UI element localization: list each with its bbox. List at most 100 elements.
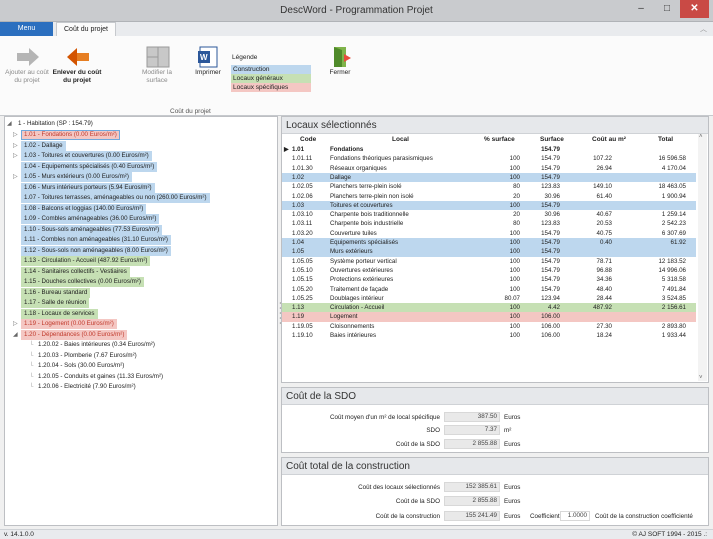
cell-pct: 100	[509, 229, 520, 237]
tab-cout-du-projet[interactable]: Coût du projet	[56, 22, 116, 37]
add-to-cost-button[interactable]: Ajouter au coût du projet	[2, 36, 52, 106]
table-row[interactable]: 1.05.10 Ouvertures extérieures 100 154.79 96…	[282, 266, 696, 275]
cell-code: 1.03.10	[292, 211, 313, 219]
tree-line-icon: └	[29, 373, 34, 380]
cell-cout: 149.10	[593, 183, 612, 191]
cell-cout: 26.94	[596, 164, 612, 172]
table-row[interactable]: 1.03.20 Couverture tuiles 100 154.79 40.75 6 …	[282, 229, 696, 238]
cell-surface: 154.79	[541, 173, 560, 181]
scroll-down-icon[interactable]: ˅	[699, 375, 703, 381]
coefficient-input[interactable]: 1.0000	[560, 511, 590, 521]
cout-locaux-value: 152 385.61	[444, 482, 500, 492]
modify-surface-button[interactable]: Modifier la surface	[134, 36, 180, 106]
cell-total: 2 542.23	[661, 220, 686, 228]
cell-total: 1 900.94	[661, 192, 686, 200]
table-row[interactable]: 1.02.05 Planchers terre-plein isolé 80 123.…	[282, 182, 696, 191]
project-tree[interactable]: ◢ 1 - Habitation (SP : 154.79) ▷ 1.01 - F…	[4, 116, 278, 526]
cell-cout: 40.67	[596, 211, 612, 219]
cell-cout: 107.22	[593, 155, 612, 163]
locaux-title: Locaux sélectionnés	[282, 117, 708, 134]
ribbon-group-label: Coût du projet	[170, 108, 211, 115]
menu-tab[interactable]: Menu	[0, 22, 53, 36]
expand-icon[interactable]: ▷	[13, 130, 18, 140]
grid-scrollbar[interactable]: ˄ ˅	[698, 134, 707, 381]
close-window-button[interactable]: ✕	[680, 0, 709, 18]
cell-pct: 80	[513, 220, 520, 228]
print-button[interactable]: W Imprimer	[190, 36, 226, 106]
cell-local: Cloisonnements	[330, 322, 375, 330]
table-row[interactable]: 1.19.10 Baies intérieures 100 106.00 18.24 1 …	[282, 331, 696, 340]
modify-surface-label: Modifier la surface	[142, 69, 172, 84]
sdo-panel: Coût de la SDO Coût moyen d'un m² de loc…	[281, 387, 709, 453]
cell-local: Fondations	[330, 146, 364, 153]
sdo-unit: m²	[504, 427, 512, 434]
expand-icon[interactable]: ▷	[13, 141, 18, 151]
table-row[interactable]: 1.03.10 Charpente bois traditionnelle 20 30…	[282, 210, 696, 219]
total-sdo-label: Coût de la SDO	[395, 498, 440, 505]
table-row[interactable]: 1.01.11 Fondations théoriques parasismiqu…	[282, 154, 696, 163]
table-row[interactable]: 1.19.05 Cloisonnements 100 106.00 27.30 2 893…	[282, 322, 696, 331]
table-row[interactable]: 1.19 Logement 100 106.00	[282, 312, 696, 322]
floorplan-icon	[146, 46, 170, 68]
tree-item-label: 1.01 - Fondations (0.00 Euros/m²)	[21, 130, 120, 140]
table-row[interactable]: 1.03 Toitures et couvertures 100 154.79	[282, 200, 696, 211]
expand-icon[interactable]: ▷	[13, 319, 18, 329]
cell-code: 1.05.20	[292, 285, 313, 293]
cell-pct: 100	[509, 155, 520, 163]
table-row[interactable]: 1.05.20 Traitement de façade 100 154.79 48.4…	[282, 285, 696, 294]
locaux-panel: Locaux sélectionnés Code Local % surface…	[281, 116, 709, 383]
close-button[interactable]: Fermer	[322, 36, 358, 106]
cell-total: 3 524.85	[661, 294, 686, 302]
col-cout-m2[interactable]: Coût au m²	[592, 136, 626, 143]
cell-code: 1.01.30	[292, 164, 313, 172]
tree-child-label: 1.20.04 - Sols (30.00 Euros/m²)	[38, 362, 125, 369]
tree-item-label: 1.20 - Dépendances (0.00 Euros/m²)	[21, 329, 128, 340]
table-row[interactable]: 1.02 Dallage 100 154.79	[282, 172, 696, 183]
cout-sdo-value: 2 855.88	[444, 439, 500, 449]
cell-total: 4 170.04	[661, 164, 686, 172]
col-code[interactable]: Code	[300, 136, 316, 143]
col-pct-surface[interactable]: % surface	[484, 136, 515, 143]
table-row[interactable]: 1.13 Circulation - Accueil 100 4.42 487.92 2 …	[282, 303, 696, 313]
tree-item-label: 1.07 - Toitures terrasses, aménageables …	[21, 193, 210, 203]
minimize-button[interactable]: –	[628, 0, 654, 18]
cell-code: 1.02	[292, 173, 305, 181]
cell-code: 1.05.15	[292, 276, 313, 284]
remove-from-cost-button[interactable]: Enlever du coût du projet	[52, 36, 102, 106]
table-row[interactable]: 1.05.25 Doublages intérieur 80.07 123.94 28.…	[282, 294, 696, 303]
close-label: Fermer	[329, 69, 351, 76]
cell-cout: 40.75	[596, 229, 612, 237]
cell-pct: 100	[509, 201, 520, 209]
collapse-icon[interactable]: ◢	[7, 119, 12, 129]
cell-surface: 123.94	[541, 294, 560, 302]
table-row[interactable]: 1.04 Equipements spécialisés 100 154.79 0.40…	[282, 238, 696, 248]
collapse-icon[interactable]: ◢	[13, 330, 18, 340]
version-text: v. 14.1.0.0	[4, 531, 34, 538]
cell-code: 1.05.05	[292, 257, 313, 265]
cell-local: Planchers terre-plein non isolé	[330, 192, 414, 200]
table-row[interactable]: 1.02.06 Planchers terre-plein non isolé 20…	[282, 192, 696, 201]
scroll-up-icon[interactable]: ˄	[699, 134, 703, 140]
col-total[interactable]: Total	[658, 136, 673, 143]
table-row[interactable]: 1.01.30 Réseaux organiques 100 154.79 26.94 4…	[282, 164, 696, 173]
total-sdo-unit: Euros	[504, 498, 521, 505]
table-row[interactable]: 1.05.05 Système porteur vertical 100 154.79…	[282, 257, 696, 266]
col-surface[interactable]: Surface	[540, 136, 564, 143]
expand-icon[interactable]: ▷	[13, 151, 18, 161]
table-row[interactable]: ▶ 1.01 Fondations 154.79	[282, 145, 696, 154]
table-row[interactable]: 1.03.11 Charpente bois industrielle 80 123.…	[282, 219, 696, 228]
expand-icon[interactable]: ▷	[13, 172, 18, 182]
table-row[interactable]: 1.05.15 Protections extérieures 100 154.79 3…	[282, 275, 696, 284]
table-row[interactable]: 1.05 Murs extérieurs 100 154.79	[282, 247, 696, 257]
maximize-button[interactable]: □	[654, 0, 680, 18]
cell-total: 2 893.80	[661, 322, 686, 330]
col-local[interactable]: Local	[392, 136, 409, 143]
title-bar: DescWord - Programmation Projet – □ ✕	[0, 0, 713, 22]
cell-surface: 30.96	[544, 211, 560, 219]
tree-item-label: 1.03 - Toitures et couvertures (0.00 Eur…	[21, 151, 152, 161]
cell-code: 1.13	[292, 304, 305, 312]
cell-pct: 100	[509, 276, 520, 284]
ribbon: Ajouter au coût du projet Enlever du coû…	[0, 36, 713, 116]
ribbon-collapse-icon[interactable]: ︿	[700, 24, 707, 34]
cell-surface: 154.79	[541, 146, 560, 153]
